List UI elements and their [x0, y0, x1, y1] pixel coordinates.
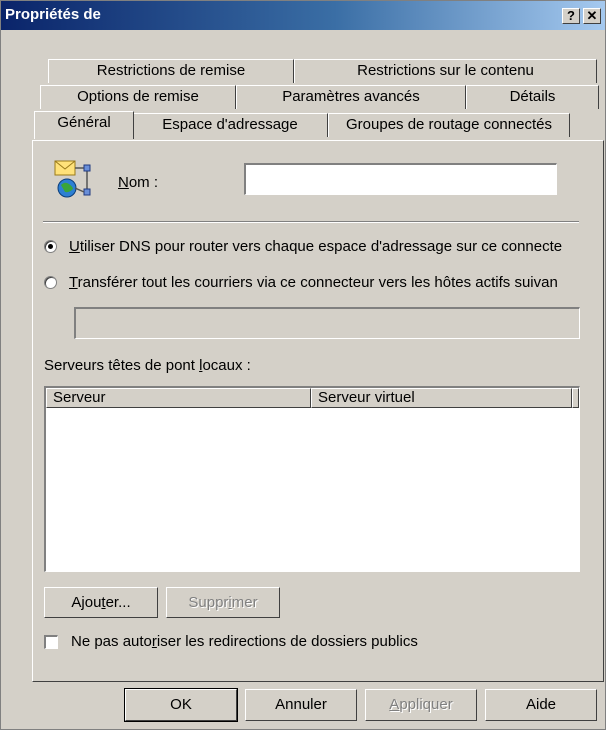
tab-options-de-remise[interactable]: Options de remise — [40, 85, 236, 109]
help-dialog-button-label: Aide — [525, 696, 557, 713]
tab-label: Général — [57, 114, 111, 131]
checkbox-label-post: iser les redirections de dossiers public… — [156, 633, 418, 650]
name-label: Nom : — [118, 174, 158, 191]
tab-general[interactable]: Général — [34, 111, 134, 139]
radio-dns-label[interactable]: Utiliser DNS pour router vers chaque esp… — [69, 238, 562, 255]
properties-dialog: Propriétés de ? ✕ Restrictions de remise… — [0, 0, 606, 730]
tab-restrictions-sur-le-contenu[interactable]: Restrictions sur le contenu — [294, 59, 597, 83]
radio-forward-text: ransférer tout les courriers via ce conn… — [77, 274, 558, 291]
radio-forward-mnemonic: T — [69, 274, 78, 291]
name-label-text: om : — [128, 174, 159, 191]
remove-button-post: mer — [231, 594, 258, 611]
add-button[interactable]: Ajouter... — [44, 587, 158, 618]
tab-label: Espace d'adressage — [162, 116, 298, 133]
tab-restrictions-de-remise[interactable]: Restrictions de remise — [48, 59, 294, 83]
ok-button-label: OK — [170, 696, 192, 713]
remove-button[interactable]: Supprimer — [166, 587, 280, 618]
radio-dns-mnemonic: U — [69, 238, 80, 255]
tab-espace-d-adressage[interactable]: Espace d'adressage — [132, 113, 328, 137]
title-bar[interactable]: Propriétés de ? ✕ — [1, 1, 605, 30]
close-button[interactable]: ✕ — [583, 8, 601, 24]
window-title: Propriétés de — [5, 6, 101, 23]
forward-hosts-input[interactable] — [74, 307, 580, 339]
public-folder-referral-label[interactable]: Ne pas autoriser les redirections de dos… — [71, 633, 418, 650]
tab-details[interactable]: Détails — [466, 85, 599, 109]
cancel-button[interactable]: Annuler — [245, 689, 357, 721]
bridgehead-label-post: ocaux : — [202, 357, 251, 374]
add-button-pre: Ajou — [71, 594, 102, 611]
tab-label: Options de remise — [77, 88, 199, 105]
radio-forward-label[interactable]: Transférer tout les courriers via ce con… — [69, 274, 558, 291]
column-header-virtual-server[interactable]: Serveur virtuel — [311, 388, 572, 408]
bridgehead-label-pre: Serveurs têtes de pont — [44, 357, 200, 374]
name-label-mnemonic: N — [118, 174, 129, 191]
bridgehead-servers-list[interactable]: Serveur Serveur virtuel — [44, 386, 580, 572]
tab-parametres-avances[interactable]: Paramètres avancés — [236, 85, 466, 109]
bridgehead-label: Serveurs têtes de pont locaux : — [44, 357, 251, 374]
apply-button-label: ppliquer — [399, 696, 453, 713]
checkbox-label-pre: Ne pas auto — [71, 633, 152, 650]
radio-dns-dot — [48, 244, 53, 249]
radio-dns-text: tiliser DNS pour router vers chaque espa… — [79, 238, 563, 255]
public-folder-referral-checkbox[interactable] — [44, 635, 58, 649]
tab-label: Paramètres avancés — [282, 88, 420, 105]
tab-label: Restrictions sur le contenu — [357, 62, 534, 79]
remove-button-pre: Suppr — [188, 594, 229, 611]
separator — [43, 221, 579, 223]
cancel-button-label: Annuler — [275, 696, 327, 713]
help-button[interactable]: ? — [562, 8, 580, 24]
tab-label: Détails — [509, 88, 556, 105]
help-dialog-button[interactable]: Aide — [485, 689, 597, 721]
name-input[interactable] — [244, 163, 557, 195]
column-header-server-label: Serveur — [53, 389, 106, 406]
ok-button[interactable]: OK — [124, 688, 238, 722]
apply-button[interactable]: Appliquer — [365, 689, 477, 721]
tab-groupes-de-routage-connectes[interactable]: Groupes de routage connectés — [328, 113, 570, 137]
radio-forward[interactable] — [44, 276, 57, 289]
column-header-virtual-server-label: Serveur virtuel — [318, 389, 415, 406]
apply-button-mnemonic: A — [389, 696, 400, 713]
add-button-post: er... — [105, 594, 131, 611]
tab-label: Groupes de routage connectés — [346, 116, 552, 133]
column-header-filler — [572, 388, 579, 408]
column-header-server[interactable]: Serveur — [46, 388, 311, 408]
radio-dns[interactable] — [44, 240, 57, 253]
tab-label: Restrictions de remise — [96, 62, 246, 79]
connector-mail-globe-icon — [53, 159, 93, 199]
